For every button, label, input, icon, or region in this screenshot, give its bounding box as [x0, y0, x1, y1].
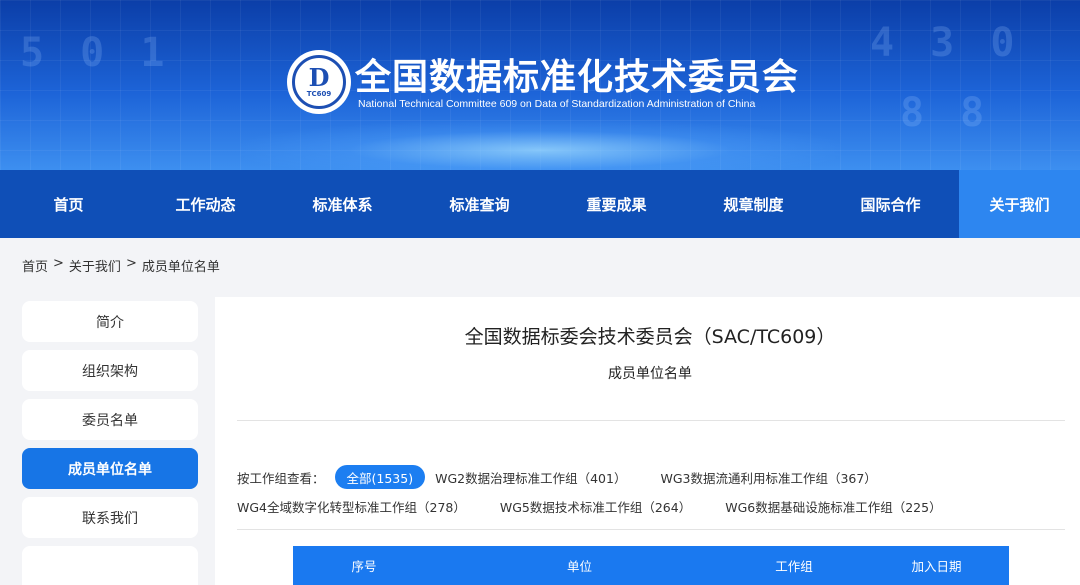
filter-wg4[interactable]: WG4全域数字化转型标准工作组（278） [237, 494, 466, 518]
page-subtitle: 成员单位名单 [608, 366, 692, 382]
banner-decoration: 5 0 1 [20, 30, 171, 76]
nav-item-international[interactable]: 国际合作 [822, 170, 959, 238]
breadcrumb: 首页 > 关于我们 > 成员单位名单 [22, 256, 220, 275]
content-panel: 全国数据标委会技术委员会（SAC/TC609） 成员单位名单 按工作组查看： 全… [215, 297, 1080, 585]
nav-item-standard-system[interactable]: 标准体系 [274, 170, 411, 238]
logo-text: TC609 [306, 90, 332, 98]
divider [237, 529, 1065, 530]
breadcrumb-separator: > [125, 256, 137, 271]
nav-item-work-news[interactable]: 工作动态 [137, 170, 274, 238]
breadcrumb-current: 成员单位名单 [141, 260, 220, 275]
column-header-workgroup[interactable]: 工作组 [724, 556, 864, 575]
divider [237, 420, 1065, 421]
column-header-join-date[interactable]: 加入日期 [864, 556, 1009, 575]
banner-glow [240, 120, 840, 170]
site-title: 全国数据标准化技术委员会 [355, 57, 800, 98]
table-header: 序号 单位 工作组 加入日期 [293, 546, 1009, 585]
sidebar-item-members[interactable]: 委员名单 [22, 399, 198, 440]
nav-item-achievements[interactable]: 重要成果 [548, 170, 685, 238]
banner-decoration: 4 3 0 [870, 20, 1021, 66]
sidebar-item-member-units[interactable]: 成员单位名单 [22, 448, 198, 489]
filter-wg3[interactable]: WG3数据流通利用标准工作组（367） [660, 465, 876, 489]
column-header-index[interactable]: 序号 [293, 556, 435, 575]
filter-label: 按工作组查看： [237, 470, 325, 486]
nav-item-home[interactable]: 首页 [0, 170, 137, 238]
committee-logo[interactable]: D TC609 [287, 50, 351, 114]
page-title: 全国数据标委会技术委员会（SAC/TC609） [464, 326, 836, 348]
filter-row: 按工作组查看： 全部(1535) WG2数据治理标准工作组（401） WG3数据… [237, 465, 911, 489]
filter-row: WG4全域数字化转型标准工作组（278） WG5数据技术标准工作组（264） W… [237, 494, 976, 518]
breadcrumb-home[interactable]: 首页 [22, 256, 48, 275]
sidebar-item-organization[interactable]: 组织架构 [22, 350, 198, 391]
nav-item-about-us[interactable]: 关于我们 [959, 170, 1080, 238]
column-header-unit[interactable]: 单位 [435, 556, 724, 575]
sidebar: 简介 组织架构 委员名单 成员单位名单 联系我们 [22, 301, 198, 585]
logo-d-icon: D [308, 63, 330, 92]
main-nav: 首页 工作动态 标准体系 标准查询 重要成果 规章制度 国际合作 关于我们 [0, 170, 1080, 238]
nav-item-standard-query[interactable]: 标准查询 [411, 170, 548, 238]
filter-wg6[interactable]: WG6数据基础设施标准工作组（225） [725, 494, 941, 518]
logo-ring: D TC609 [292, 55, 346, 109]
site-subtitle: National Technical Committee 609 on Data… [358, 98, 756, 110]
sidebar-item-intro[interactable]: 简介 [22, 301, 198, 342]
banner-decoration: 8 8 [900, 90, 991, 136]
breadcrumb-separator: > [53, 256, 64, 271]
sidebar-item-contact[interactable]: 联系我们 [22, 497, 198, 538]
filter-wg5[interactable]: WG5数据技术标准工作组（264） [500, 494, 691, 518]
breadcrumb-about-us[interactable]: 关于我们 [69, 256, 121, 275]
sidebar-tail [22, 546, 198, 585]
filter-wg2[interactable]: WG2数据治理标准工作组（401） [435, 465, 626, 489]
filter-all[interactable]: 全部(1535) [334, 465, 426, 489]
site-banner: 5 0 1 4 3 0 8 8 D TC609 全国数据标准化技术委员会 Nat… [0, 0, 1080, 170]
nav-item-regulations[interactable]: 规章制度 [685, 170, 822, 238]
